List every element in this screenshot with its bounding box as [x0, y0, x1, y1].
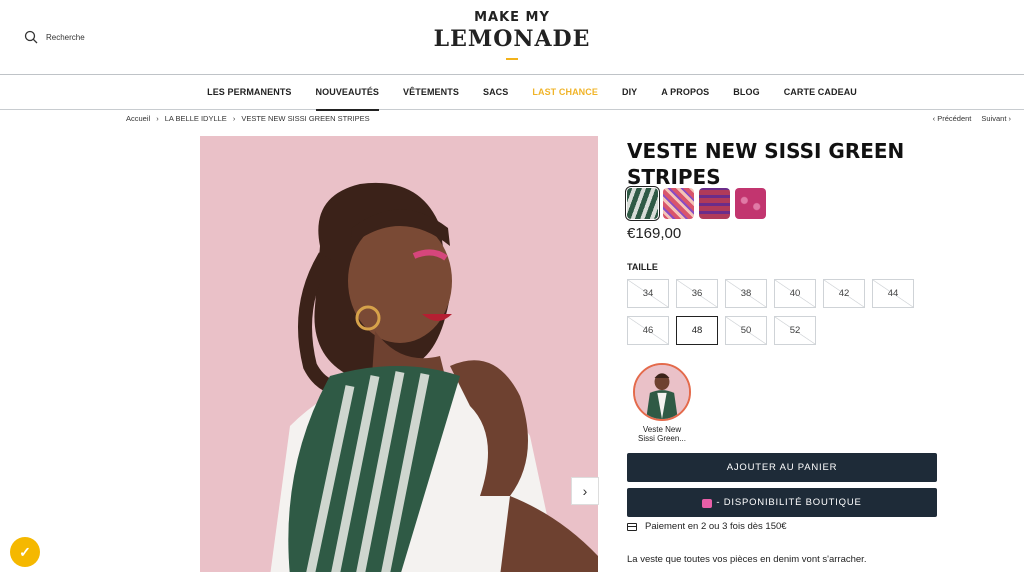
trust-badge[interactable]: ✓ [10, 537, 40, 567]
payment-note: Paiement en 2 ou 3 fois dès 150€ [627, 521, 787, 532]
color-swatches [625, 186, 766, 221]
related-look-label-line2: Sissi Green... [637, 434, 686, 443]
size-option-50[interactable]: 50 [725, 316, 767, 345]
size-option-38[interactable]: 38 [725, 279, 767, 308]
size-option-40[interactable]: 40 [774, 279, 816, 308]
breadcrumb-current: VESTE NEW SISSI GREEN STRIPES [241, 114, 370, 123]
nav-item-les-permanents[interactable]: LES PERMANENTS [195, 75, 303, 110]
swatch-fuchsia[interactable] [735, 188, 766, 219]
size-option-44[interactable]: 44 [872, 279, 914, 308]
product-image[interactable] [200, 136, 598, 572]
logo-underline [506, 58, 518, 60]
related-look[interactable]: Veste New Sissi Green... [632, 363, 692, 443]
nav-item-a-propos[interactable]: A PROPOS [649, 75, 721, 110]
product-price: €169,00 [627, 225, 682, 242]
size-option-34[interactable]: 34 [627, 279, 669, 308]
logo-line1: MAKE MY [474, 10, 550, 25]
breadcrumb-collection[interactable]: LA BELLE IDYLLE [165, 114, 227, 123]
main-nav: LES PERMANENTS NOUVEAUTÉS VÊTEMENTS SACS… [0, 75, 1024, 111]
related-look-label-line1: Veste New [642, 425, 682, 434]
breadcrumb: Accueil › LA BELLE IDYLLE › VESTE NEW SI… [126, 114, 370, 123]
shopping-bag-icon [702, 499, 713, 508]
size-option-46[interactable]: 46 [627, 316, 669, 345]
next-image-button[interactable]: › [571, 477, 599, 505]
credit-card-icon [627, 522, 637, 531]
swatch-red-plaid[interactable] [699, 188, 730, 219]
checkmark-icon: ✓ [19, 543, 31, 560]
product-title: VESTE NEW SISSI GREEN STRIPES [627, 139, 905, 189]
next-product-link[interactable]: Suivant › [981, 114, 1011, 123]
breadcrumb-separator: › [232, 114, 236, 123]
nav-item-last-chance[interactable]: LAST CHANCE [520, 75, 610, 110]
nav-item-nouveautes[interactable]: NOUVEAUTÉS [304, 75, 392, 111]
logo-line2: LEMONADE [433, 26, 591, 52]
nav-item-sacs[interactable]: SACS [471, 75, 520, 110]
add-to-cart-button[interactable]: AJOUTER AU PANIER [627, 453, 937, 482]
nav-item-vetements[interactable]: VÊTEMENTS [391, 75, 471, 110]
site-header: Recherche MAKE MY LEMONADE [0, 0, 1024, 75]
store-availability-button[interactable]: - DISPONIBILITÉ BOUTIQUE [627, 488, 937, 517]
size-option-36[interactable]: 36 [676, 279, 718, 308]
payment-note-text: Paiement en 2 ou 3 fois dès 150€ [645, 521, 787, 532]
nav-item-carte-cadeau[interactable]: CARTE CADEAU [772, 75, 869, 110]
site-logo[interactable]: MAKE MY LEMONADE [0, 10, 1024, 60]
nav-item-blog[interactable]: BLOG [721, 75, 771, 110]
related-look-label: Veste New Sissi Green... [632, 425, 692, 443]
store-availability-label: - DISPONIBILITÉ BOUTIQUE [716, 497, 862, 508]
product-pager: ‹ Précédent Suivant › [933, 114, 1011, 123]
size-label: TAILLE [627, 262, 658, 272]
product-description: La veste que toutes vos pièces en denim … [627, 554, 867, 565]
size-option-48[interactable]: 48 [676, 316, 718, 345]
related-look-thumbnail [633, 363, 691, 421]
swatch-green-stripes[interactable] [625, 186, 660, 221]
nav-item-diy[interactable]: DIY [610, 75, 649, 110]
breadcrumb-separator: › [156, 114, 159, 123]
model-photo [200, 136, 598, 572]
swatch-pink-pattern[interactable] [663, 188, 694, 219]
size-option-52[interactable]: 52 [774, 316, 816, 345]
breadcrumb-home[interactable]: Accueil [126, 114, 150, 123]
size-option-42[interactable]: 42 [823, 279, 865, 308]
previous-product-link[interactable]: ‹ Précédent [933, 114, 972, 123]
chevron-right-icon: › [582, 483, 588, 499]
